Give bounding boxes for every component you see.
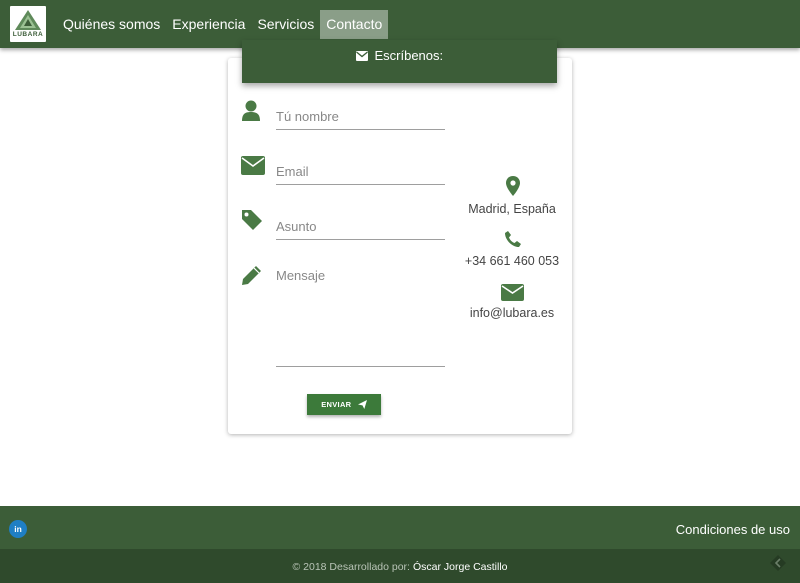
copyright-prefix: © 2018 Desarrollado por: [292, 561, 410, 573]
scroll-top-icon[interactable] [768, 553, 788, 573]
phone-text[interactable]: +34 661 460 053 [456, 254, 568, 268]
brand-logo[interactable]: LUBARA [10, 6, 46, 42]
mountain-logo-icon [15, 10, 41, 30]
envelope-icon [355, 50, 368, 61]
user-icon [242, 100, 260, 121]
name-field-group [240, 100, 450, 130]
email-text[interactable]: info@lubara.es [456, 306, 568, 320]
terms-link[interactable]: Condiciones de uso [676, 522, 790, 537]
envelope-icon [241, 156, 265, 175]
envelope-icon [501, 284, 524, 301]
tag-icon [242, 210, 262, 230]
contact-card-header: Escríbenos: [242, 40, 557, 83]
location-text: Madrid, España [468, 202, 556, 216]
message-textarea[interactable] [276, 268, 445, 367]
send-button-label: ENVIAR [321, 400, 352, 409]
nav-item-quienes-somos[interactable]: Quiénes somos [57, 10, 166, 39]
send-button[interactable]: ENVIAR [307, 394, 381, 415]
linkedin-icon[interactable]: in [9, 520, 27, 538]
contact-info-panel: Madrid, España +34 661 460 053 info@luba… [456, 176, 568, 326]
footer-top: in Condiciones de uso [0, 506, 800, 549]
paper-plane-icon [357, 399, 367, 409]
phone-icon [505, 231, 521, 247]
pencil-icon [242, 266, 261, 285]
subject-input[interactable] [276, 213, 445, 240]
nav-menu: Quiénes somos Experiencia Servicios Cont… [57, 10, 389, 39]
nav-item-servicios[interactable]: Servicios [251, 10, 320, 39]
footer-bottom: © 2018 Desarrollado por: Óscar Jorge Cast… [0, 549, 800, 583]
contact-card-title: Escríbenos: [374, 48, 444, 64]
email-input[interactable] [276, 159, 445, 185]
map-marker-icon [506, 176, 520, 196]
nav-item-experiencia[interactable]: Experiencia [166, 10, 251, 39]
email-field-group [240, 155, 450, 185]
logo-text: LUBARA [12, 31, 44, 38]
author-link[interactable]: Óscar Jorge Castillo [413, 561, 508, 573]
subject-field-group [240, 209, 450, 240]
name-input[interactable] [276, 104, 445, 130]
copyright-text: © 2018 Desarrollado por: Óscar Jorge Cast… [0, 561, 800, 573]
nav-item-contacto[interactable]: Contacto [320, 10, 389, 39]
message-field-group [240, 264, 450, 368]
